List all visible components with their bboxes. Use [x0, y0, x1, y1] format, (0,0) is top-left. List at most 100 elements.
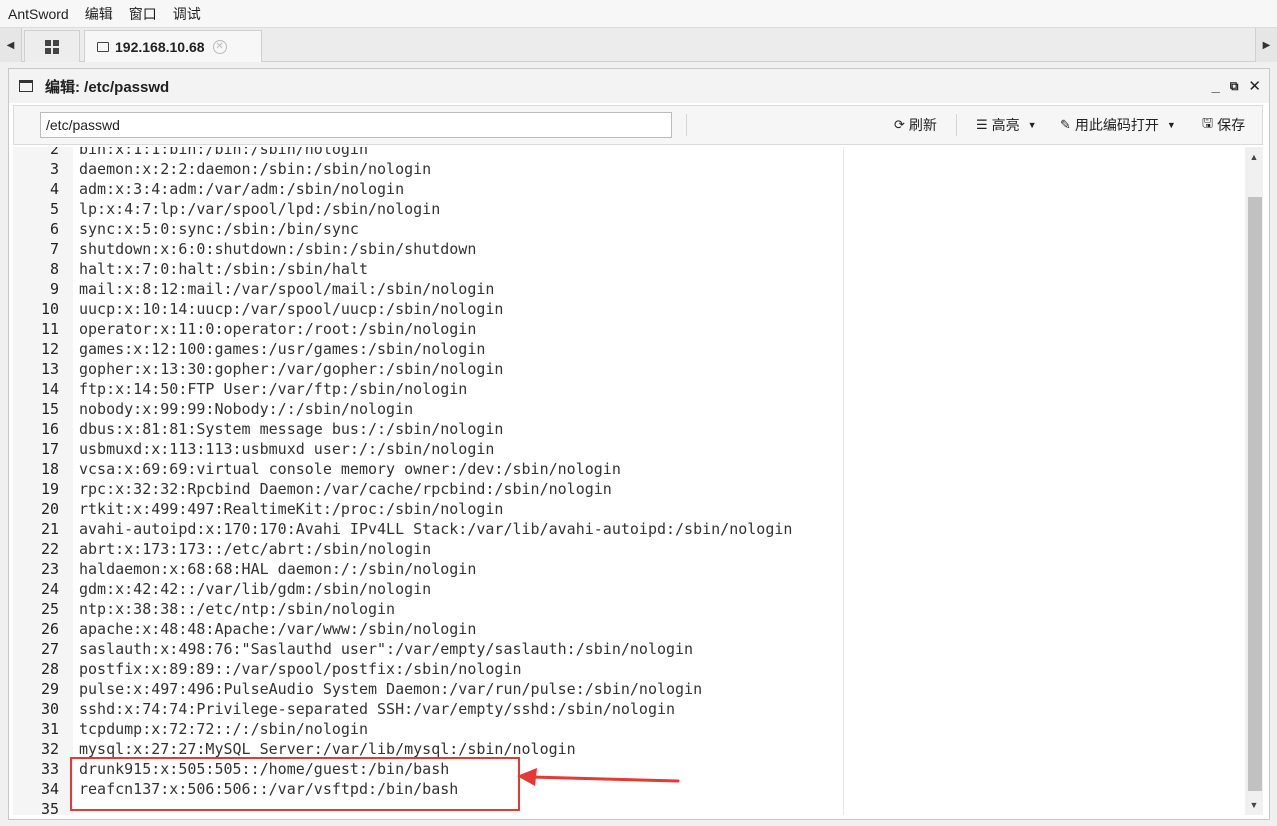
- tab-scroll-left-icon[interactable]: ◀: [0, 28, 22, 62]
- scroll-up-icon[interactable]: ▲: [1245, 149, 1263, 165]
- menu-debug[interactable]: 调试: [173, 4, 201, 24]
- close-window-icon[interactable]: ✕: [1248, 77, 1261, 95]
- code-line: 22 abrt:x:173:173::/etc/abrt:/sbin/nologi…: [13, 539, 1243, 559]
- vertical-scrollbar[interactable]: ▲ ▼: [1245, 147, 1263, 815]
- line-text: sshd:x:74:74:Privilege-separated SSH:/va…: [79, 700, 676, 718]
- line-text: tcpdump:x:72:72::/:/sbin/nologin: [79, 720, 368, 738]
- encoding-label: 用此编码打开: [1074, 117, 1159, 133]
- save-button[interactable]: 🖫 保存: [1202, 106, 1245, 144]
- code-line: 13 gopher:x:13:30:gopher:/var/gopher:/sbi…: [13, 359, 1243, 379]
- line-text: nobody:x:99:99:Nobody:/:/sbin/nologin: [79, 400, 414, 418]
- path-input[interactable]: [40, 112, 672, 138]
- menubar: AntSword 编辑 窗口 调试: [0, 0, 1277, 28]
- window-icon: [19, 80, 33, 92]
- tab-bar: ◀ 192.168.10.68 ✕ ▶: [0, 28, 1277, 62]
- line-text: ntp:x:38:38::/etc/ntp:/sbin/nologin: [79, 600, 396, 618]
- close-icon[interactable]: ✕: [212, 39, 227, 54]
- line-text: ftp:x:14:50:FTP User:/var/ftp:/sbin/nolo…: [79, 380, 468, 398]
- code-line: 3 daemon:x:2:2:daemon:/sbin:/sbin/nologin: [13, 159, 1243, 179]
- line-number: 3: [49, 160, 59, 178]
- line-text: mail:x:8:12:mail:/var/spool/mail:/sbin/n…: [79, 280, 495, 298]
- line-text: lp:x:4:7:lp:/var/spool/lpd:/sbin/nologin: [79, 200, 441, 218]
- code-line: 29 pulse:x:497:496:PulseAudio System Daem…: [13, 679, 1243, 699]
- line-number: 32: [40, 740, 59, 758]
- code-line: 19 rpc:x:32:32:Rpcbind Daemon:/var/cache/…: [13, 479, 1243, 499]
- line-number: 2: [49, 147, 59, 158]
- line-number: 8: [49, 260, 59, 278]
- menu-window[interactable]: 窗口: [129, 4, 157, 24]
- minimize-icon[interactable]: _: [1212, 78, 1220, 95]
- line-text: sync:x:5:0:sync:/sbin:/bin/sync: [79, 220, 359, 238]
- annotation-arrow: [517, 768, 680, 786]
- line-number: 27: [40, 640, 59, 658]
- refresh-label: 刷新: [908, 117, 937, 133]
- code-line: 31 tcpdump:x:72:72::/:/sbin/nologin: [13, 719, 1243, 739]
- code-line: 15 nobody:x:99:99:Nobody:/:/sbin/nologin: [13, 399, 1243, 419]
- line-number: 18: [40, 460, 59, 478]
- code-line: 28 postfix:x:89:89::/var/spool/postfix:/s…: [13, 659, 1243, 679]
- line-number: 16: [40, 420, 59, 438]
- line-number: 13: [40, 360, 59, 378]
- line-number: 35: [40, 800, 59, 815]
- list-icon: ☰: [976, 117, 988, 132]
- refresh-icon: ⟳: [894, 117, 905, 132]
- line-text: pulse:x:497:496:PulseAudio System Daemon…: [79, 680, 703, 698]
- window-title: 编辑: /etc/passwd: [45, 78, 170, 96]
- code-line: 11 operator:x:11:0:operator:/root:/sbin/n…: [13, 319, 1243, 339]
- highlight-label: 高亮: [991, 117, 1020, 133]
- code-line: 5 lp:x:4:7:lp:/var/spool/lpd:/sbin/nologi…: [13, 199, 1243, 219]
- code-line: 12 games:x:12:100:games:/usr/games:/sbin/…: [13, 339, 1243, 359]
- line-number: 15: [40, 400, 59, 418]
- caret-down-icon: ▼: [1166, 120, 1176, 130]
- line-text: rtkit:x:499:497:RealtimeKit:/proc:/sbin/…: [79, 500, 504, 518]
- tab-home[interactable]: [24, 30, 80, 62]
- code-line: 17 usbmuxd:x:113:113:usbmuxd user:/:/sbin…: [13, 439, 1243, 459]
- line-text: shutdown:x:6:0:shutdown:/sbin:/sbin/shut…: [79, 240, 477, 258]
- line-text: adm:x:3:4:adm:/var/adm:/sbin/nologin: [79, 180, 405, 198]
- line-number: 21: [40, 520, 59, 538]
- scroll-thumb[interactable]: [1248, 197, 1262, 791]
- encoding-button[interactable]: ✎ 用此编码打开 ▼: [1060, 106, 1176, 144]
- refresh-button[interactable]: ⟳ 刷新: [894, 106, 937, 144]
- line-text: abrt:x:173:173::/etc/abrt:/sbin/nologin: [79, 540, 432, 558]
- line-number: 33: [40, 760, 59, 778]
- code-line: 24 gdm:x:42:42::/var/lib/gdm:/sbin/nologi…: [13, 579, 1243, 599]
- line-number: 34: [40, 780, 59, 798]
- line-number: 14: [40, 380, 59, 398]
- line-text: uucp:x:10:14:uucp:/var/spool/uucp:/sbin/…: [79, 300, 504, 318]
- line-text: postfix:x:89:89::/var/spool/postfix:/sbi…: [79, 660, 522, 678]
- menu-edit[interactable]: 编辑: [85, 4, 113, 24]
- line-number: 7: [49, 240, 59, 258]
- code-line: 2 bin:x:1:1:bin:/bin:/sbin/nologin: [13, 147, 1243, 159]
- line-text: saslauth:x:498:76:"Saslauthd user":/var/…: [79, 640, 694, 658]
- line-number: 10: [40, 300, 59, 318]
- code-line: 6 sync:x:5:0:sync:/sbin:/bin/sync: [13, 219, 1243, 239]
- caret-down-icon: ▼: [1027, 120, 1037, 130]
- tab-scroll-right-icon[interactable]: ▶: [1255, 28, 1277, 62]
- line-text: haldaemon:x:68:68:HAL daemon:/:/sbin/nol…: [79, 560, 477, 578]
- code-line: 7 shutdown:x:6:0:shutdown:/sbin:/sbin/shu…: [13, 239, 1243, 259]
- line-number: 29: [40, 680, 59, 698]
- code-editor[interactable]: 2 bin:x:1:1:bin:/bin:/sbin/nologin 3 daemon…: [13, 147, 1263, 815]
- restore-icon[interactable]: ⧉: [1230, 79, 1239, 94]
- code-line: 26 apache:x:48:48:Apache:/var/www:/sbin/n…: [13, 619, 1243, 639]
- tab-host[interactable]: 192.168.10.68 ✕: [84, 30, 262, 62]
- line-number: 30: [40, 700, 59, 718]
- code-line: 32 mysql:x:27:27:MySQL Server:/var/lib/my…: [13, 739, 1243, 759]
- scroll-down-icon[interactable]: ▼: [1245, 797, 1263, 813]
- line-text: daemon:x:2:2:daemon:/sbin:/sbin/nologin: [79, 160, 432, 178]
- line-number: 23: [40, 560, 59, 578]
- line-text: dbus:x:81:81:System message bus:/:/sbin/…: [79, 420, 504, 438]
- line-number: 9: [49, 280, 59, 298]
- code-line: 18 vcsa:x:69:69:virtual console memory ow…: [13, 459, 1243, 479]
- annotation-box: [70, 757, 520, 811]
- window-titlebar: 编辑: /etc/passwd _ ⧉ ✕: [9, 69, 1269, 103]
- highlight-button[interactable]: ☰ 高亮 ▼: [976, 106, 1037, 144]
- line-text: gdm:x:42:42::/var/lib/gdm:/sbin/nologin: [79, 580, 432, 598]
- menu-antsword[interactable]: AntSword: [8, 6, 69, 22]
- code-line: 20 rtkit:x:499:497:RealtimeKit:/proc:/sbi…: [13, 499, 1243, 519]
- line-number: 31: [40, 720, 59, 738]
- line-number: 25: [40, 600, 59, 618]
- code-line: 21 avahi-autoipd:x:170:170:Avahi IPv4LL S…: [13, 519, 1243, 539]
- line-number: 17: [40, 440, 59, 458]
